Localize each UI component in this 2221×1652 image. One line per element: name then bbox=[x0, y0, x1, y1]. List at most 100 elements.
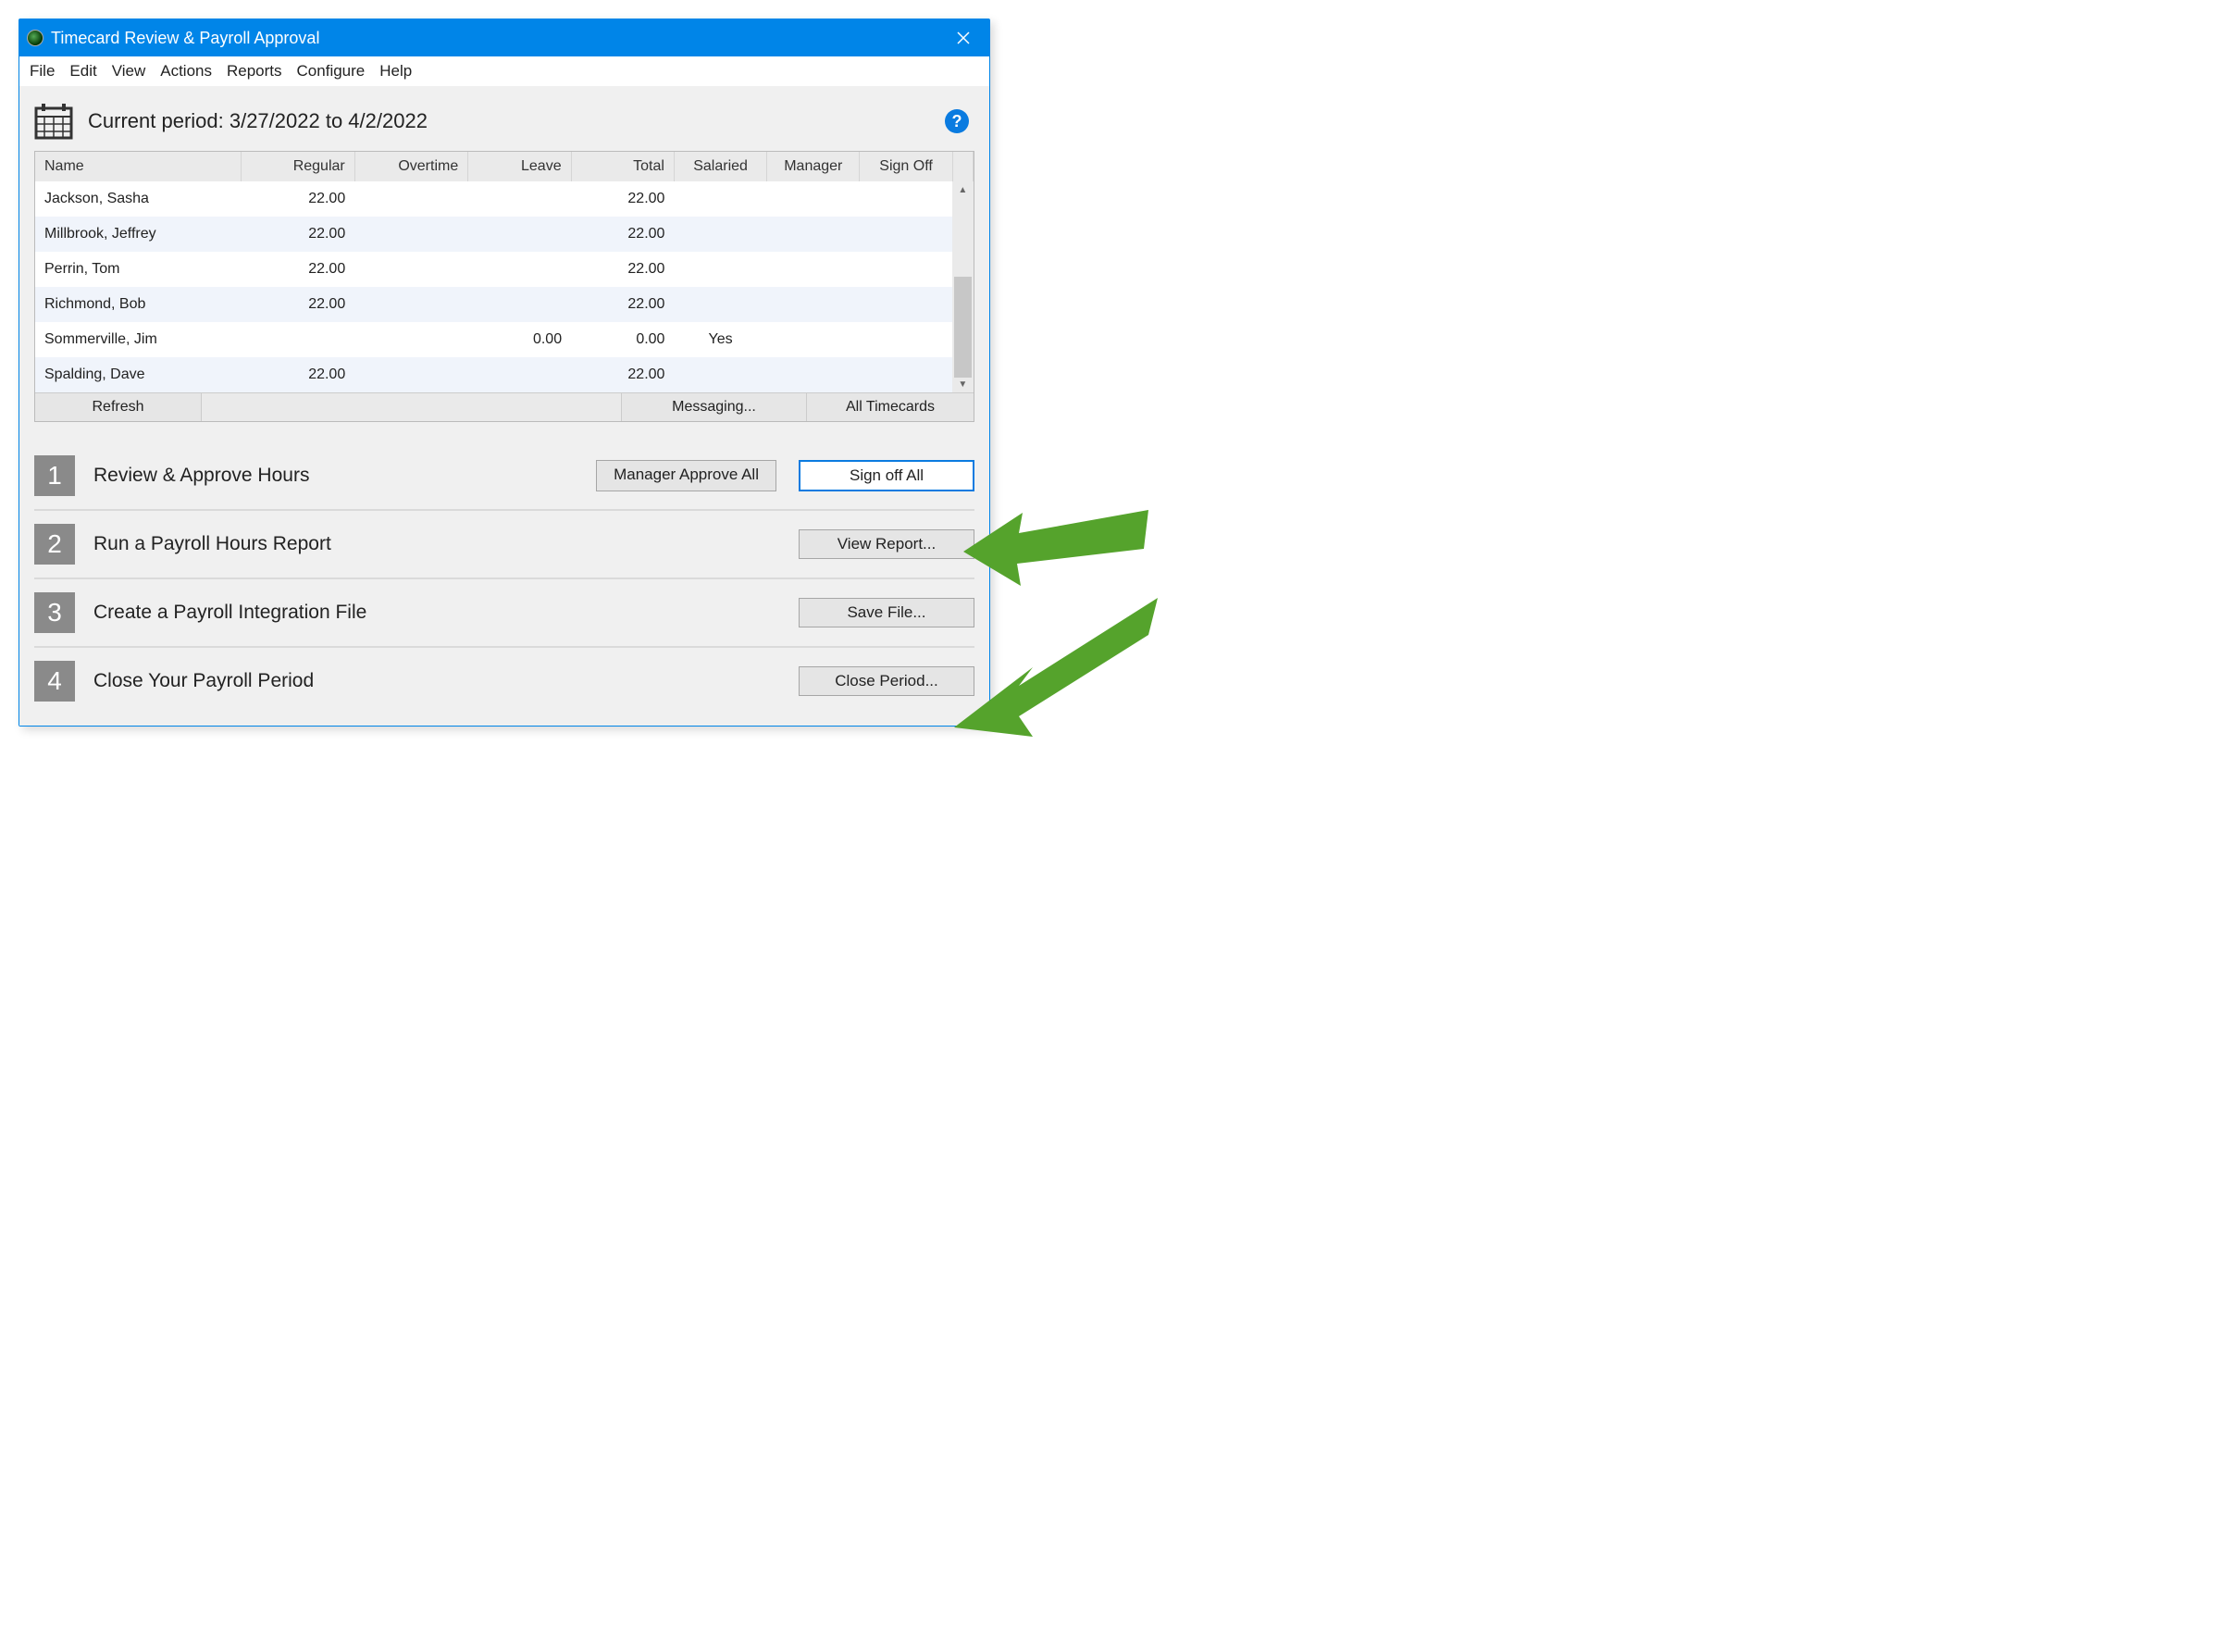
cell-salaried bbox=[674, 287, 766, 322]
cell-total: 22.00 bbox=[571, 217, 674, 252]
cell-signoff bbox=[860, 252, 952, 287]
cell-signoff bbox=[860, 357, 952, 392]
col-signoff[interactable]: Sign Off bbox=[860, 152, 952, 181]
window-close-button[interactable] bbox=[945, 19, 982, 56]
table-row[interactable]: Spalding, Dave22.0022.00 bbox=[35, 357, 974, 392]
menu-reports[interactable]: Reports bbox=[220, 60, 289, 82]
save-file-button[interactable]: Save File... bbox=[799, 598, 974, 627]
step-label: Create a Payroll Integration File bbox=[93, 602, 366, 624]
steps-list: 1 Review & Approve Hours Manager Approve A… bbox=[31, 442, 978, 714]
step-2: 2Run a Payroll Hours ReportView Report..… bbox=[34, 511, 974, 579]
scroll-down-icon[interactable]: ▼ bbox=[952, 376, 973, 392]
cell-signoff bbox=[860, 322, 952, 357]
cell-overtime bbox=[354, 357, 468, 392]
cell-regular: 22.00 bbox=[242, 357, 355, 392]
col-manager[interactable]: Manager bbox=[767, 152, 860, 181]
col-regular[interactable]: Regular bbox=[242, 152, 355, 181]
cell-regular: 22.00 bbox=[242, 252, 355, 287]
step-number: 1 bbox=[34, 455, 75, 496]
cell-leave: 0.00 bbox=[468, 322, 571, 357]
messaging-button[interactable]: Messaging... bbox=[622, 393, 807, 421]
cell-manager bbox=[767, 181, 860, 217]
menu-view[interactable]: View bbox=[105, 60, 153, 82]
cell-salaried: Yes bbox=[674, 322, 766, 357]
table-row[interactable]: Sommerville, Jim0.000.00Yes bbox=[35, 322, 974, 357]
cell-total: 22.00 bbox=[571, 357, 674, 392]
cell-regular: 22.00 bbox=[242, 287, 355, 322]
cell-name: Perrin, Tom bbox=[35, 252, 242, 287]
arrow-annotation-icon bbox=[963, 510, 1148, 593]
cell-salaried bbox=[674, 181, 766, 217]
cell-manager bbox=[767, 217, 860, 252]
help-button[interactable]: ? bbox=[945, 109, 969, 133]
cell-salaried bbox=[674, 357, 766, 392]
menubar: File Edit View Actions Reports Configure… bbox=[19, 56, 989, 86]
timecard-grid: Name Regular Overtime Leave Total Salari… bbox=[34, 151, 974, 422]
col-leave[interactable]: Leave bbox=[468, 152, 571, 181]
step-number: 3 bbox=[34, 592, 75, 633]
scroll-up-icon[interactable]: ▲ bbox=[952, 181, 973, 198]
table-row[interactable]: Perrin, Tom22.0022.00 bbox=[35, 252, 974, 287]
step-number: 4 bbox=[34, 661, 75, 702]
col-total[interactable]: Total bbox=[571, 152, 674, 181]
view-report-button[interactable]: View Report... bbox=[799, 529, 974, 559]
scrollbar[interactable]: ▲▼ bbox=[952, 181, 973, 392]
col-overtime[interactable]: Overtime bbox=[354, 152, 468, 181]
grid-header-row: Name Regular Overtime Leave Total Salari… bbox=[35, 152, 974, 181]
cell-salaried bbox=[674, 217, 766, 252]
calendar-icon bbox=[34, 103, 73, 140]
cell-regular bbox=[242, 322, 355, 357]
app-icon bbox=[27, 30, 43, 46]
table-row[interactable]: Millbrook, Jeffrey22.0022.00 bbox=[35, 217, 974, 252]
close-icon bbox=[957, 31, 970, 44]
cell-leave bbox=[468, 287, 571, 322]
cell-overtime bbox=[354, 181, 468, 217]
cell-total: 22.00 bbox=[571, 252, 674, 287]
cell-leave bbox=[468, 252, 571, 287]
cell-overtime bbox=[354, 287, 468, 322]
help-icon: ? bbox=[952, 112, 962, 131]
sign-off-all-button[interactable]: Sign off All bbox=[799, 460, 974, 491]
col-name[interactable]: Name bbox=[35, 152, 242, 181]
cell-leave bbox=[468, 217, 571, 252]
cell-overtime bbox=[354, 217, 468, 252]
cell-total: 22.00 bbox=[571, 181, 674, 217]
cell-manager bbox=[767, 252, 860, 287]
step-label: Run a Payroll Hours Report bbox=[93, 533, 331, 555]
cell-overtime bbox=[354, 252, 468, 287]
step-label: Review & Approve Hours bbox=[93, 465, 309, 487]
cell-signoff bbox=[860, 181, 952, 217]
cell-name: Richmond, Bob bbox=[35, 287, 242, 322]
window-title: Timecard Review & Payroll Approval bbox=[51, 29, 319, 48]
cell-overtime bbox=[354, 322, 468, 357]
cell-salaried bbox=[674, 252, 766, 287]
menu-configure[interactable]: Configure bbox=[291, 60, 372, 82]
col-salaried[interactable]: Salaried bbox=[674, 152, 766, 181]
table-row[interactable]: Richmond, Bob22.0022.00 bbox=[35, 287, 974, 322]
cell-signoff bbox=[860, 287, 952, 322]
cell-name: Sommerville, Jim bbox=[35, 322, 242, 357]
cell-total: 0.00 bbox=[571, 322, 674, 357]
table-row[interactable]: Jackson, Sasha22.0022.00▲▼ bbox=[35, 181, 974, 217]
all-timecards-button[interactable]: All Timecards bbox=[807, 393, 974, 421]
refresh-button[interactable]: Refresh bbox=[35, 393, 202, 421]
cell-leave bbox=[468, 181, 571, 217]
cell-regular: 22.00 bbox=[242, 217, 355, 252]
cell-total: 22.00 bbox=[571, 287, 674, 322]
cell-manager bbox=[767, 357, 860, 392]
step-4: 4Close Your Payroll PeriodClose Period..… bbox=[34, 648, 974, 714]
scroll-thumb[interactable] bbox=[954, 277, 971, 378]
titlebar: Timecard Review & Payroll Approval bbox=[19, 19, 989, 56]
cell-name: Jackson, Sasha bbox=[35, 181, 242, 217]
close-period-button[interactable]: Close Period... bbox=[799, 666, 974, 696]
menu-file[interactable]: File bbox=[23, 60, 61, 82]
manager-approve-all-button[interactable]: Manager Approve All bbox=[596, 460, 776, 491]
content-area: Current period: 3/27/2022 to 4/2/2022 ? … bbox=[19, 86, 989, 726]
menu-edit[interactable]: Edit bbox=[63, 60, 103, 82]
cell-manager bbox=[767, 287, 860, 322]
step-1: 1 Review & Approve Hours Manager Approve A… bbox=[34, 442, 974, 511]
menu-help[interactable]: Help bbox=[373, 60, 418, 82]
step-3: 3 Create a Payroll Integration File Save F… bbox=[34, 579, 974, 648]
app-window: Timecard Review & Payroll Approval File … bbox=[19, 19, 990, 727]
menu-actions[interactable]: Actions bbox=[154, 60, 218, 82]
